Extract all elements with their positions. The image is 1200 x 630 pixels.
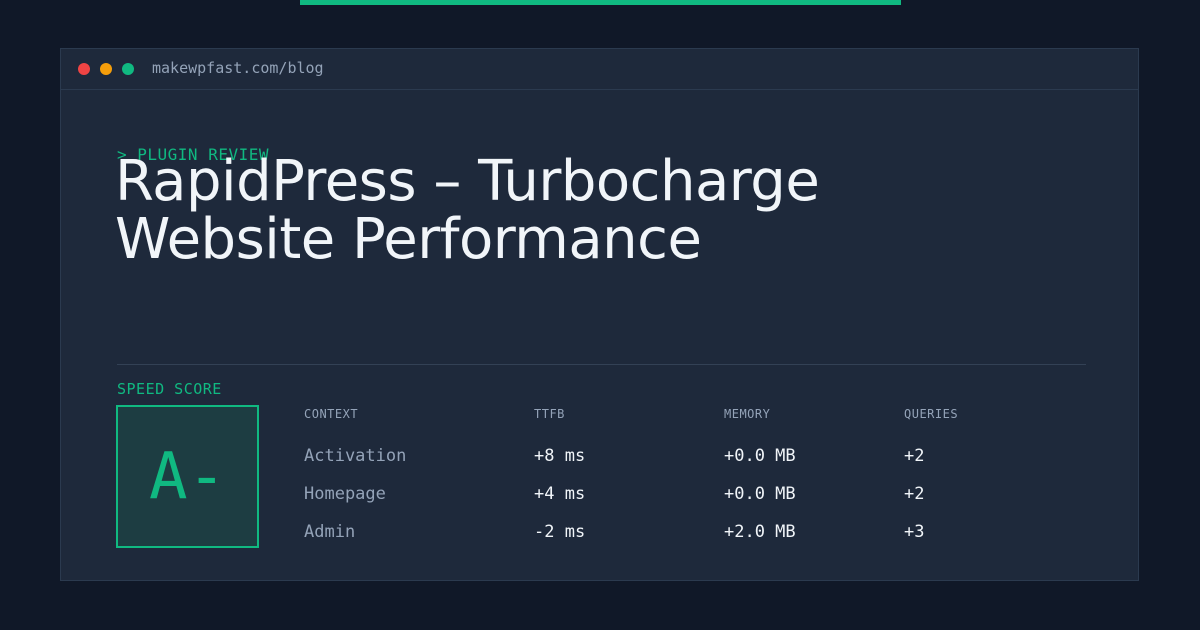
grade-badge: A- — [116, 405, 259, 548]
title-line-2: Website Performance — [115, 207, 702, 272]
window-titlebar: makewpfast.com/blog — [61, 49, 1138, 90]
top-accent-bar — [300, 0, 901, 5]
header-memory: MEMORY — [724, 407, 771, 421]
speed-score-label: SPEED SCORE — [117, 380, 222, 398]
row-context-cell: Activation — [304, 446, 407, 466]
row-queries-cell: +3 — [904, 522, 925, 542]
page-title: RapidPress – Turbocharge Website Perform… — [115, 153, 1015, 269]
section-divider — [117, 364, 1086, 365]
row-memory-cell: +0.0 MB — [724, 484, 796, 504]
browser-window: makewpfast.com/blog > PLUGIN REVIEW Rapi… — [60, 48, 1139, 581]
row-memory-cell: +2.0 MB — [724, 522, 796, 542]
header-context: CONTEXT — [304, 407, 359, 421]
close-dot-icon[interactable] — [78, 63, 90, 75]
row-context-cell: Homepage — [304, 484, 386, 504]
row-context-cell: Admin — [304, 522, 356, 542]
row-queries-cell: +2 — [904, 484, 925, 504]
row-ttfb-cell: +8 ms — [534, 446, 586, 466]
header-ttfb: TTFB — [534, 407, 565, 421]
row-memory-cell: +0.0 MB — [724, 446, 796, 466]
title-line-1: RapidPress – Turbocharge — [115, 149, 820, 214]
grade-value: A- — [148, 439, 227, 514]
og-card: makewpfast.com/blog > PLUGIN REVIEW Rapi… — [0, 0, 1200, 630]
row-queries-cell: +2 — [904, 446, 925, 466]
row-ttfb-cell: -2 ms — [534, 522, 586, 542]
maximize-dot-icon[interactable] — [122, 63, 134, 75]
minimize-dot-icon[interactable] — [100, 63, 112, 75]
row-ttfb-cell: +4 ms — [534, 484, 586, 504]
header-queries: QUERIES — [904, 407, 959, 421]
url-text: makewpfast.com/blog — [152, 59, 324, 77]
